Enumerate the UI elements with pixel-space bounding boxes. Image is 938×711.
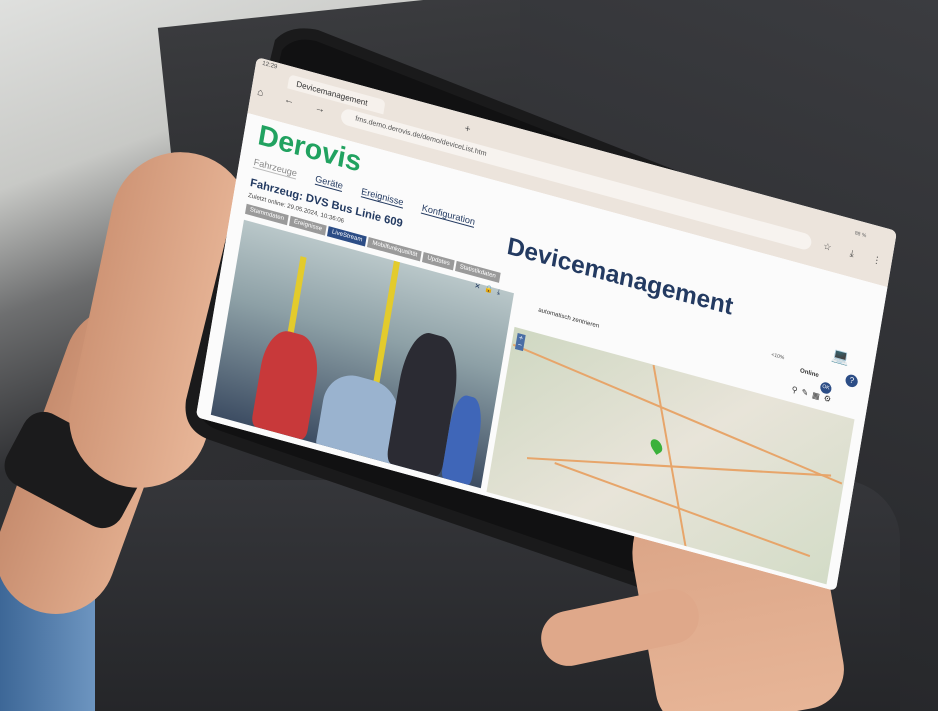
vehicle-location-pin[interactable] bbox=[648, 437, 665, 455]
battery-status: 88 % bbox=[854, 230, 867, 240]
help-icon[interactable]: ? bbox=[844, 373, 859, 389]
new-tab-icon[interactable]: + bbox=[464, 123, 472, 136]
passenger bbox=[250, 325, 323, 441]
menu-ereignisse[interactable]: Ereignisse bbox=[360, 186, 405, 209]
online-status: Online bbox=[799, 368, 820, 380]
map-road bbox=[652, 364, 688, 552]
menu-geraete[interactable]: Geräte bbox=[314, 173, 344, 193]
signal-strength: <10% bbox=[770, 351, 785, 362]
auto-center-checkbox[interactable]: automatisch zentrieren bbox=[538, 307, 600, 330]
tab-updates[interactable]: Updates bbox=[422, 252, 455, 271]
laptop-icon[interactable]: 💻 bbox=[831, 346, 851, 368]
toolbar-icons[interactable]: ☆ ⤓ ⋮ bbox=[822, 241, 891, 270]
map-road bbox=[512, 343, 843, 485]
menu-konfiguration[interactable]: Konfiguration bbox=[420, 202, 476, 228]
clock: 12:29 bbox=[261, 60, 278, 71]
